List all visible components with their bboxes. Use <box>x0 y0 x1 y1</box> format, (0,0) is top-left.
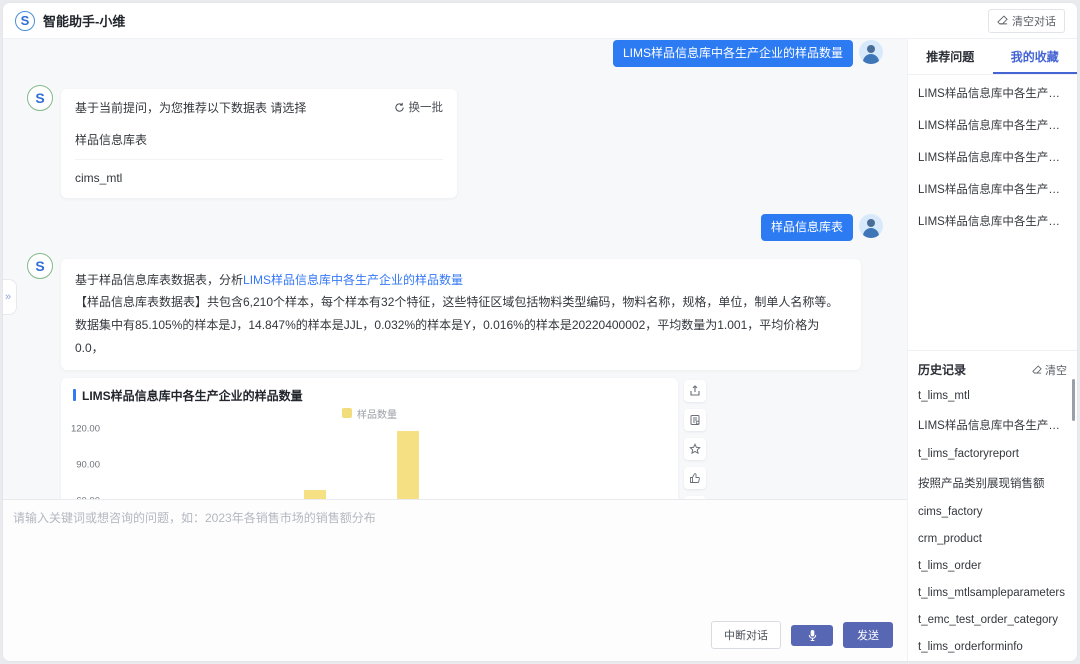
chat-main: » LIMS样品信息库中各生产企业的样品数量 S 基于当前提问，为您推荐以下数据… <box>3 39 907 661</box>
favorite-item[interactable]: LIMS样品信息库中各生产企业的样品... <box>918 77 1067 109</box>
history-section: 历史记录 清空 t_lims_mtlLIMS样品信息库中各生产企业的样品...t… <box>908 350 1077 661</box>
legend-swatch <box>342 408 352 418</box>
chart-action-icons <box>684 380 706 518</box>
legend-label[interactable]: 样品数量 <box>357 406 397 421</box>
export-icon[interactable] <box>684 380 706 402</box>
recommend-table-option[interactable]: 样品信息库表 <box>75 120 443 160</box>
favorite-item[interactable]: LIMS样品信息库中各生产企业的样品... <box>918 173 1067 205</box>
user-message: 样品信息库表 <box>761 214 853 241</box>
recommend-options: 样品信息库表cims_mtl <box>75 120 443 196</box>
y-axis-tick: 120.00 <box>71 423 105 434</box>
thumbs-up-icon[interactable] <box>684 467 706 489</box>
history-clear-button[interactable]: 清空 <box>1032 362 1067 378</box>
microphone-button[interactable] <box>791 625 833 646</box>
user-message: LIMS样品信息库中各生产企业的样品数量 <box>613 40 853 67</box>
right-sidebar: 推荐问题 我的收藏 LIMS样品信息库中各生产企业的样品...LIMS样品信息库… <box>907 39 1077 661</box>
recommend-table-option[interactable]: cims_mtl <box>75 160 443 196</box>
app-logo-icon: S <box>15 11 35 31</box>
sidebar-tabs: 推荐问题 我的收藏 <box>908 39 1077 75</box>
favorite-item[interactable]: LIMS样品信息库中各生产企业的样品... <box>918 141 1067 173</box>
y-axis-tick: 90.00 <box>76 460 105 471</box>
assistant-avatar: S <box>27 85 53 111</box>
star-icon[interactable] <box>684 438 706 460</box>
history-item[interactable]: t_lims_mtlsampleparameters <box>918 579 1067 606</box>
message-input[interactable] <box>3 500 907 610</box>
favorite-item[interactable]: LIMS样品信息库中各生产企业的样品... <box>918 109 1067 141</box>
analysis-body: 【样品信息库表数据表】共包含6,210个样本，每个样本有32个特征，这些特征区域… <box>75 295 838 355</box>
history-item[interactable]: t_lims_orderforminfo <box>918 633 1067 660</box>
clear-conversation-button[interactable]: 清空对话 <box>988 9 1065 33</box>
panel-collapse-handle[interactable]: » <box>3 279 17 315</box>
title-accent-bar <box>73 389 76 401</box>
chart-title: LIMS样品信息库中各生产企业的样品数量 <box>82 387 303 404</box>
analysis-question-link[interactable]: LIMS样品信息库中各生产企业的样品数量 <box>243 273 463 287</box>
eraser-icon <box>997 15 1008 26</box>
refresh-batch-button[interactable]: 换一批 <box>394 99 444 115</box>
recommend-tables-card: 基于当前提问，为您推荐以下数据表 请选择 换一批 样品信息库表cims_mtl <box>61 89 457 198</box>
user-avatar <box>859 214 883 238</box>
header: S 智能助手-小维 清空对话 <box>3 3 1077 39</box>
history-item[interactable]: t_emc_test_order_category <box>918 606 1067 633</box>
favorites-list: LIMS样品信息库中各生产企业的样品...LIMS样品信息库中各生产企业的样品.… <box>908 75 1077 239</box>
history-item[interactable]: LIMS样品信息库中各生产企业的样品... <box>918 409 1067 440</box>
recommend-title: 基于当前提问，为您推荐以下数据表 请选择 <box>75 99 306 116</box>
clear-conversation-label: 清空对话 <box>1012 13 1056 29</box>
history-item[interactable]: cims_factory <box>918 498 1067 525</box>
favorite-item[interactable]: LIMS样品信息库中各生产企业的样品... <box>918 205 1067 237</box>
history-item[interactable]: t_lims_factoryreport <box>918 440 1067 467</box>
analysis-text-card: 基于样品信息库表数据表，分析LIMS样品信息库中各生产企业的样品数量 【样品信息… <box>61 259 861 370</box>
app-title: 智能助手-小维 <box>43 11 125 30</box>
history-item[interactable]: 按照产品类别展现销售额 <box>918 467 1067 498</box>
analysis-intro: 基于样品信息库表数据表，分析 <box>75 273 243 287</box>
tab-recommended-questions[interactable]: 推荐问题 <box>908 39 993 74</box>
tab-my-favorites[interactable]: 我的收藏 <box>993 39 1078 74</box>
eraser-icon <box>1032 365 1042 375</box>
composer: 中断对话 发送 <box>3 499 907 661</box>
history-item[interactable]: t_lims_mtl <box>918 382 1067 409</box>
sidebar-scrollbar[interactable] <box>1072 379 1075 421</box>
history-title: 历史记录 <box>918 361 966 378</box>
app-window: S 智能助手-小维 清空对话 推荐问题 我的收藏 LIMS样品信息库中各生产企业… <box>2 2 1078 662</box>
interrupt-button[interactable]: 中断对话 <box>711 621 781 649</box>
history-item[interactable]: t_lims_order <box>918 552 1067 579</box>
history-list: t_lims_mtlLIMS样品信息库中各生产企业的样品...t_lims_fa… <box>918 382 1067 661</box>
report-icon[interactable] <box>684 409 706 431</box>
history-item[interactable]: crm_product <box>918 525 1067 552</box>
send-button[interactable]: 发送 <box>843 622 893 648</box>
user-avatar <box>859 40 883 64</box>
history-item[interactable]: 鉴别检验各样品类型的委托数量 <box>918 660 1067 661</box>
assistant-avatar: S <box>27 253 53 279</box>
refresh-icon <box>394 102 405 113</box>
